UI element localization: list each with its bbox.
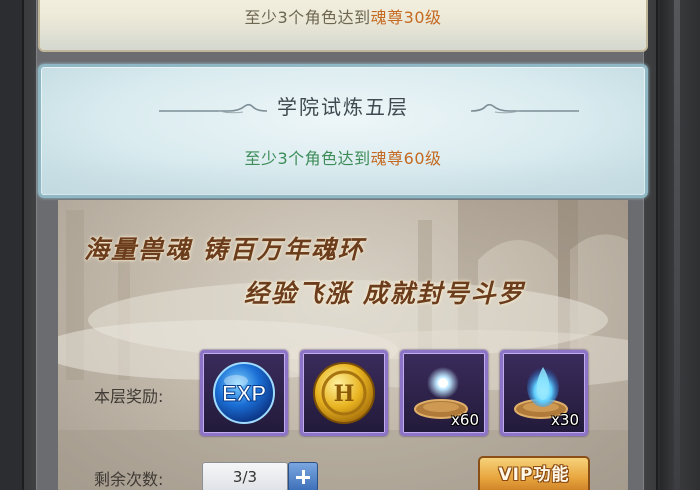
floor-requirement: 至少3个角色达到魂尊30级 xyxy=(244,8,442,27)
svg-text:EXP: EXP xyxy=(222,381,266,406)
scrollbar-track[interactable] xyxy=(660,0,700,490)
reward-slot-blue-flame[interactable]: x30 xyxy=(500,350,588,436)
reward-slot-gold[interactable]: H xyxy=(300,350,388,436)
requirement-level: 魂尊30级 xyxy=(370,8,442,27)
svg-text:H: H xyxy=(334,381,355,407)
gold-coin-icon: H xyxy=(313,362,375,424)
reward-slot-soul-spirit[interactable]: x60 xyxy=(400,350,488,436)
add-attempts-button[interactable] xyxy=(288,462,318,490)
floor-requirement: 至少3个角色达到魂尊60级 xyxy=(244,149,442,168)
reward-slot-exp[interactable]: EXP xyxy=(200,350,288,436)
floor-card-previous[interactable]: 至少3个角色达到魂尊30级 xyxy=(38,0,648,52)
floor-card-current[interactable]: 学院试炼五层 至少3个角色达到魂尊60级 xyxy=(38,64,648,198)
requirement-level: 魂尊60级 xyxy=(370,149,442,168)
banner-slogan-line1: 海量兽魂 铸百万年魂环 xyxy=(84,235,365,264)
vip-feature-button[interactable]: VIP功能 xyxy=(478,456,590,490)
reward-label: 本层奖励: xyxy=(94,387,164,406)
reward-count: x30 xyxy=(551,411,579,429)
banner-slogan-line2: 经验飞涨 成就封号斗罗 xyxy=(244,279,525,308)
remaining-count: 3/3 xyxy=(202,462,288,490)
reward-panel: 海量兽魂 铸百万年魂环 经验飞涨 成就封号斗罗 本层奖励: EXP H x60 … xyxy=(58,200,628,490)
remaining-label: 剩余次数: xyxy=(94,470,164,489)
exp-orb-icon: EXP xyxy=(213,362,275,424)
title-ornament-right-icon xyxy=(470,103,579,114)
reward-count: x60 xyxy=(451,411,479,429)
